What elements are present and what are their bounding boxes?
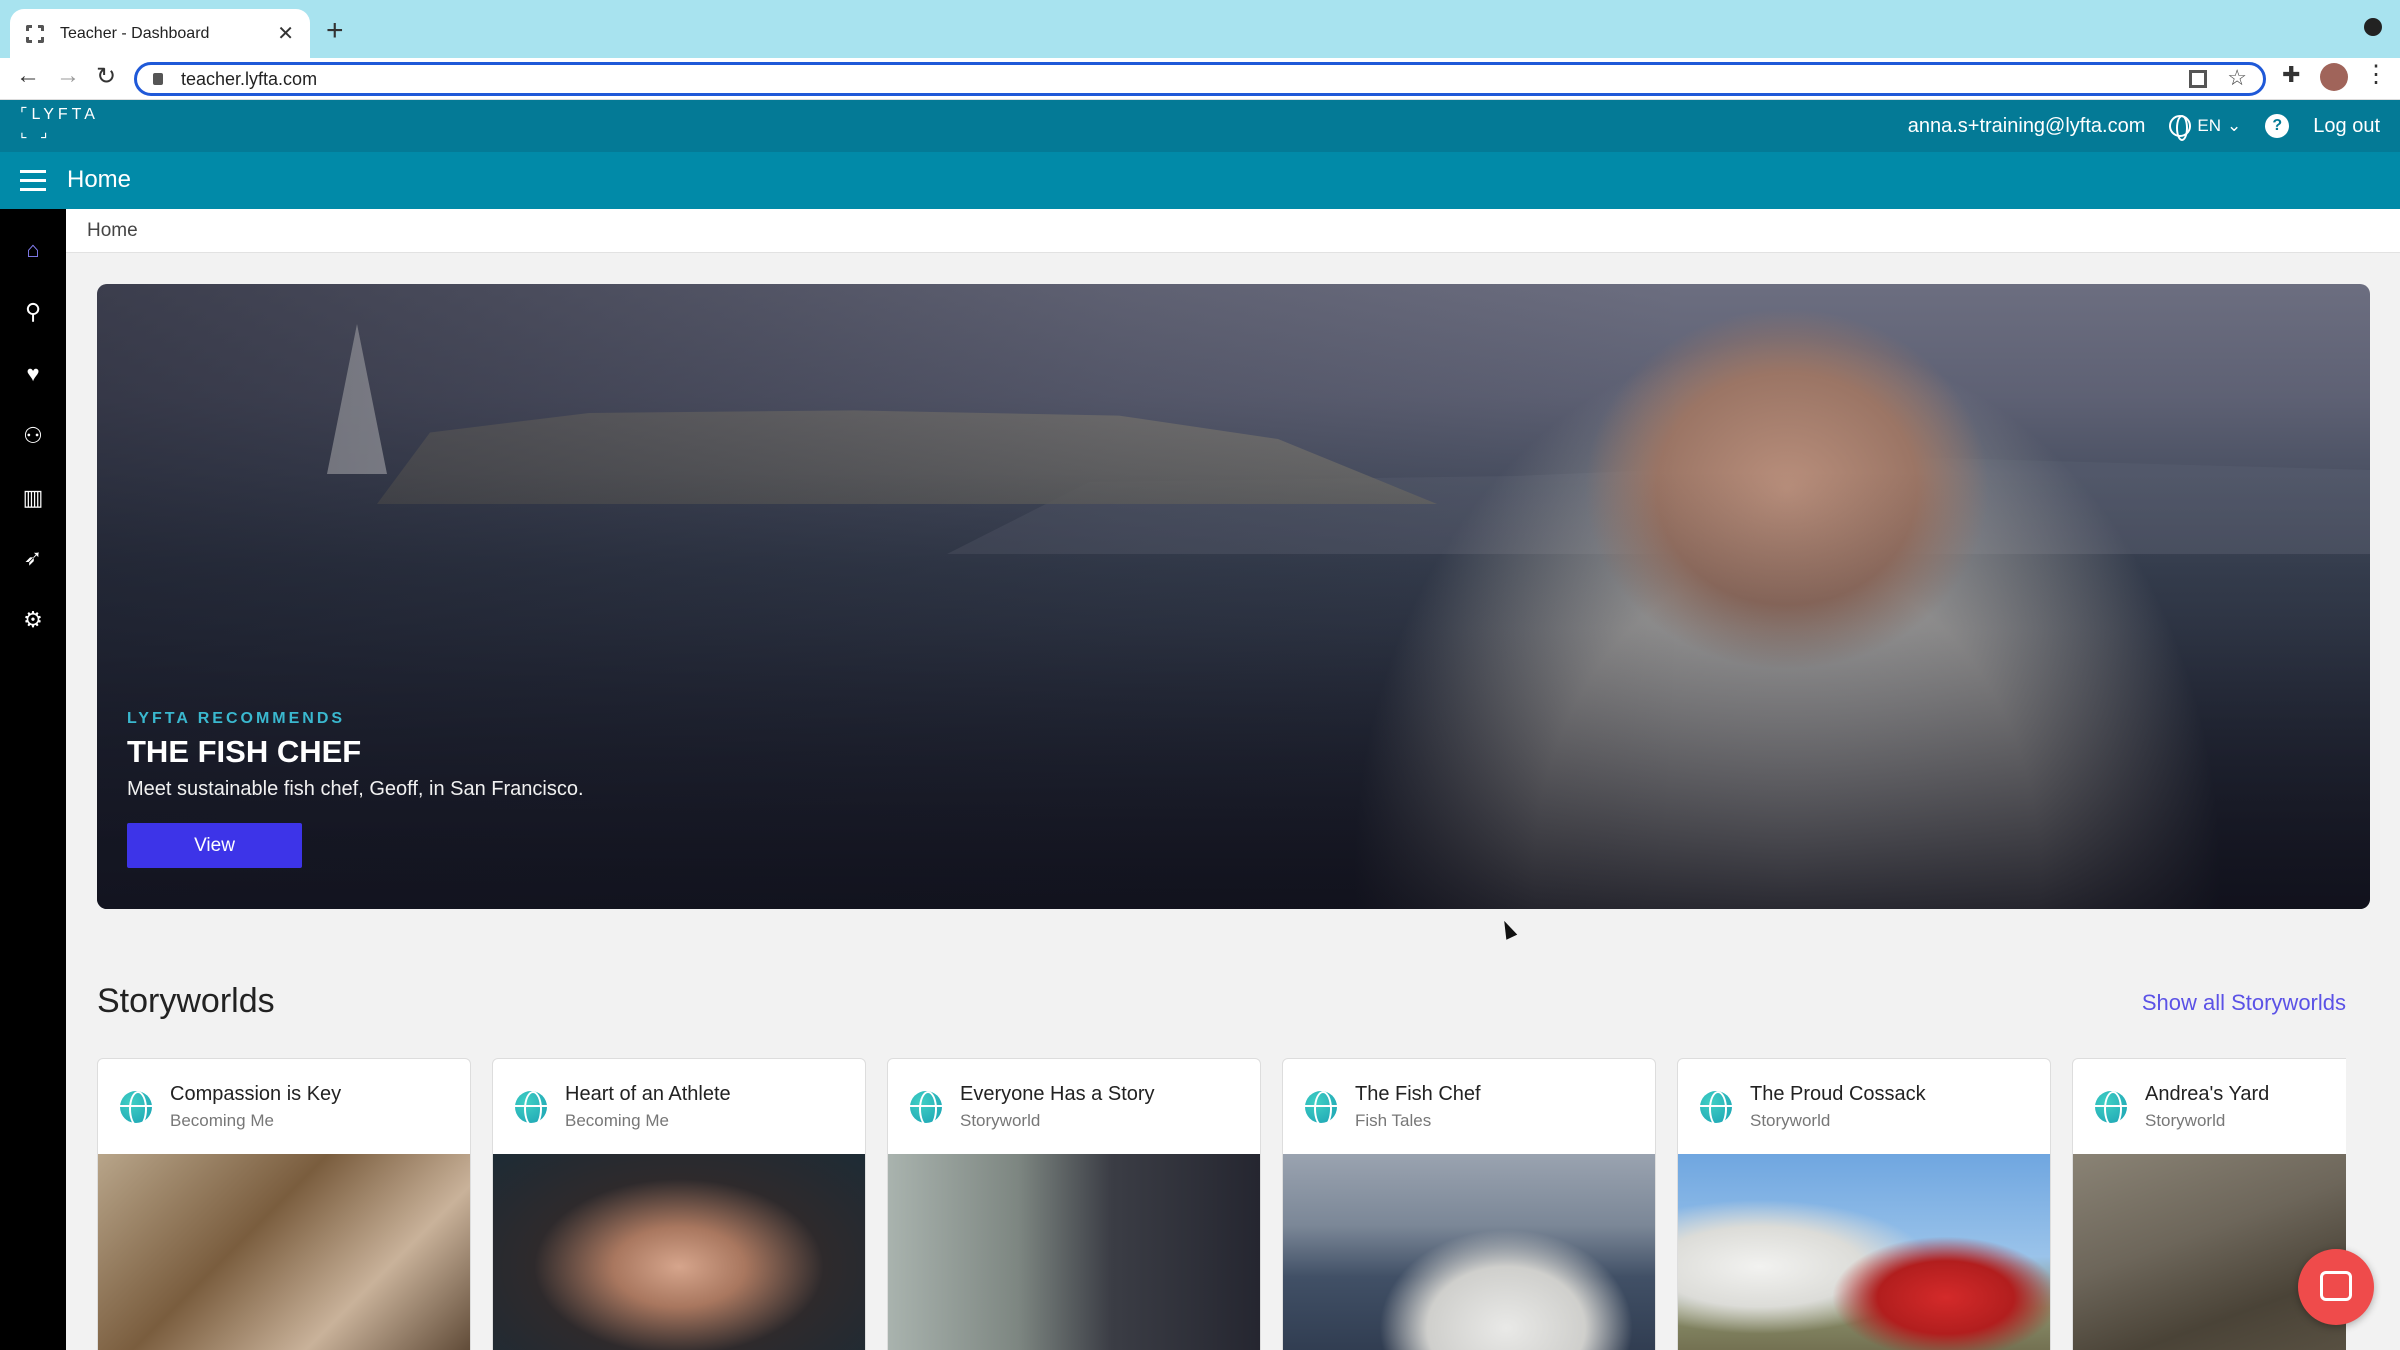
url-text: teacher.lyfta.com xyxy=(181,68,318,89)
tab-close-icon[interactable]: ✕ xyxy=(277,21,294,46)
browser-tab-bar: Teacher - Dashboard ✕ + xyxy=(0,0,2400,58)
storyworld-card[interactable]: The Proud Cossack Storyworld xyxy=(1677,1058,2051,1350)
card-thumbnail xyxy=(98,1154,470,1350)
card-title: Heart of an Athlete xyxy=(565,1083,731,1105)
tab-title: Teacher - Dashboard xyxy=(60,24,210,42)
home-icon[interactable]: ⌂ xyxy=(20,237,46,263)
card-thumbnail xyxy=(888,1154,1260,1350)
show-all-storyworlds-link[interactable]: Show all Storyworlds xyxy=(2142,990,2346,1016)
extensions-icon[interactable]: ✚ xyxy=(2282,62,2300,88)
settings-screen-icon[interactable]: ⚙ xyxy=(20,607,46,633)
storyworld-card[interactable]: Heart of an Athlete Becoming Me xyxy=(492,1058,866,1350)
card-title: Everyone Has a Story xyxy=(960,1083,1155,1105)
chat-launcher-button[interactable] xyxy=(2298,1249,2374,1325)
card-subtitle: Fish Tales xyxy=(1355,1111,1432,1130)
card-title: The Fish Chef xyxy=(1355,1083,1481,1105)
breadcrumb: Home xyxy=(66,209,2400,253)
view-button[interactable]: View xyxy=(127,823,302,868)
hero-overlay xyxy=(97,284,2370,909)
card-subtitle: Becoming Me xyxy=(565,1111,669,1130)
card-thumbnail xyxy=(1283,1154,1655,1350)
globe-icon xyxy=(2169,115,2192,141)
hero-title: THE FISH CHEF xyxy=(127,734,362,769)
search-icon[interactable]: ⚲ xyxy=(20,299,46,325)
lock-icon xyxy=(153,73,163,85)
card-thumbnail xyxy=(1678,1154,2050,1350)
sidebar: ⌂ ⚲ ♥ ⚇ ▥ ➶ ⚙ xyxy=(0,209,66,1350)
card-title: Compassion is Key xyxy=(170,1083,342,1105)
app-header: ⌜LYFTA ⌞ ⌟ anna.s+training@lyfta.com EN ⌄… xyxy=(0,100,2400,152)
lyfta-logo[interactable]: ⌜LYFTA ⌞ ⌟ xyxy=(20,106,99,142)
chat-icon xyxy=(2320,1271,2352,1301)
hero-eyebrow: LYFTA RECOMMENDS xyxy=(127,710,346,727)
browser-toolbar: ← → ↻ teacher.lyfta.com ☆ xyxy=(0,58,2400,100)
tab-favicon-icon xyxy=(26,24,44,43)
qr-code-icon[interactable] xyxy=(2189,70,2207,88)
card-thumbnail xyxy=(2073,1154,2346,1350)
globe-icon xyxy=(910,1091,942,1127)
breadcrumb-home[interactable]: Home xyxy=(87,220,138,241)
chevron-down-icon: ⌄ xyxy=(2227,116,2242,135)
globe-icon xyxy=(2095,1091,2127,1127)
language-selector[interactable]: EN ⌄ xyxy=(2169,115,2242,141)
card-title: The Proud Cossack xyxy=(1750,1083,1926,1105)
language-code: EN xyxy=(2197,116,2222,135)
globe-icon xyxy=(1305,1091,1337,1127)
storyworlds-carousel: Compassion is Key Becoming Me Heart of a… xyxy=(97,1058,2346,1350)
profile-avatar[interactable] xyxy=(2320,63,2348,91)
tab-search-icon[interactable] xyxy=(2364,18,2382,36)
help-icon[interactable]: ? xyxy=(2265,114,2290,138)
mouse-cursor-icon xyxy=(1498,918,1518,940)
card-subtitle: Becoming Me xyxy=(170,1111,274,1130)
reload-icon[interactable]: ↻ xyxy=(96,62,116,91)
logo-text: LYFTA xyxy=(31,106,99,123)
new-tab-icon[interactable]: + xyxy=(326,14,344,48)
page-header: Home xyxy=(0,152,2400,209)
card-thumbnail xyxy=(493,1154,865,1350)
globe-icon xyxy=(120,1091,152,1127)
card-title: Andrea's Yard xyxy=(2145,1083,2270,1105)
card-subtitle: Storyworld xyxy=(1750,1111,1831,1130)
storyworld-card[interactable]: The Fish Chef Fish Tales xyxy=(1282,1058,1656,1350)
browser-menu-icon[interactable]: ⋮ xyxy=(2364,60,2388,89)
page-title: Home xyxy=(67,166,132,193)
forward-icon[interactable]: → xyxy=(56,62,80,90)
storyworld-card[interactable]: Everyone Has a Story Storyworld xyxy=(887,1058,1261,1350)
book-icon[interactable]: ▥ xyxy=(20,485,46,511)
user-email[interactable]: anna.s+training@lyfta.com xyxy=(1908,115,2146,138)
rocket-icon[interactable]: ➶ xyxy=(20,545,46,571)
browser-tab[interactable]: Teacher - Dashboard ✕ xyxy=(10,9,310,58)
card-subtitle: Storyworld xyxy=(960,1111,1041,1130)
users-icon[interactable]: ⚇ xyxy=(20,423,46,449)
menu-hamburger-icon[interactable] xyxy=(20,170,46,197)
hero-description: Meet sustainable fish chef, Geoff, in Sa… xyxy=(127,778,584,800)
logout-link[interactable]: Log out xyxy=(2313,115,2380,138)
heart-icon[interactable]: ♥ xyxy=(20,361,46,387)
storyworld-card[interactable]: Compassion is Key Becoming Me xyxy=(97,1058,471,1350)
card-subtitle: Storyworld xyxy=(2145,1111,2226,1130)
globe-icon xyxy=(515,1091,547,1127)
address-bar[interactable]: teacher.lyfta.com ☆ xyxy=(134,62,2266,96)
back-icon[interactable]: ← xyxy=(16,62,40,90)
bookmark-star-icon[interactable]: ☆ xyxy=(2227,65,2247,91)
storyworlds-heading: Storyworlds xyxy=(97,982,275,1020)
hero-banner[interactable]: LYFTA RECOMMENDS THE FISH CHEF Meet sust… xyxy=(97,284,2370,909)
globe-icon xyxy=(1700,1091,1732,1127)
